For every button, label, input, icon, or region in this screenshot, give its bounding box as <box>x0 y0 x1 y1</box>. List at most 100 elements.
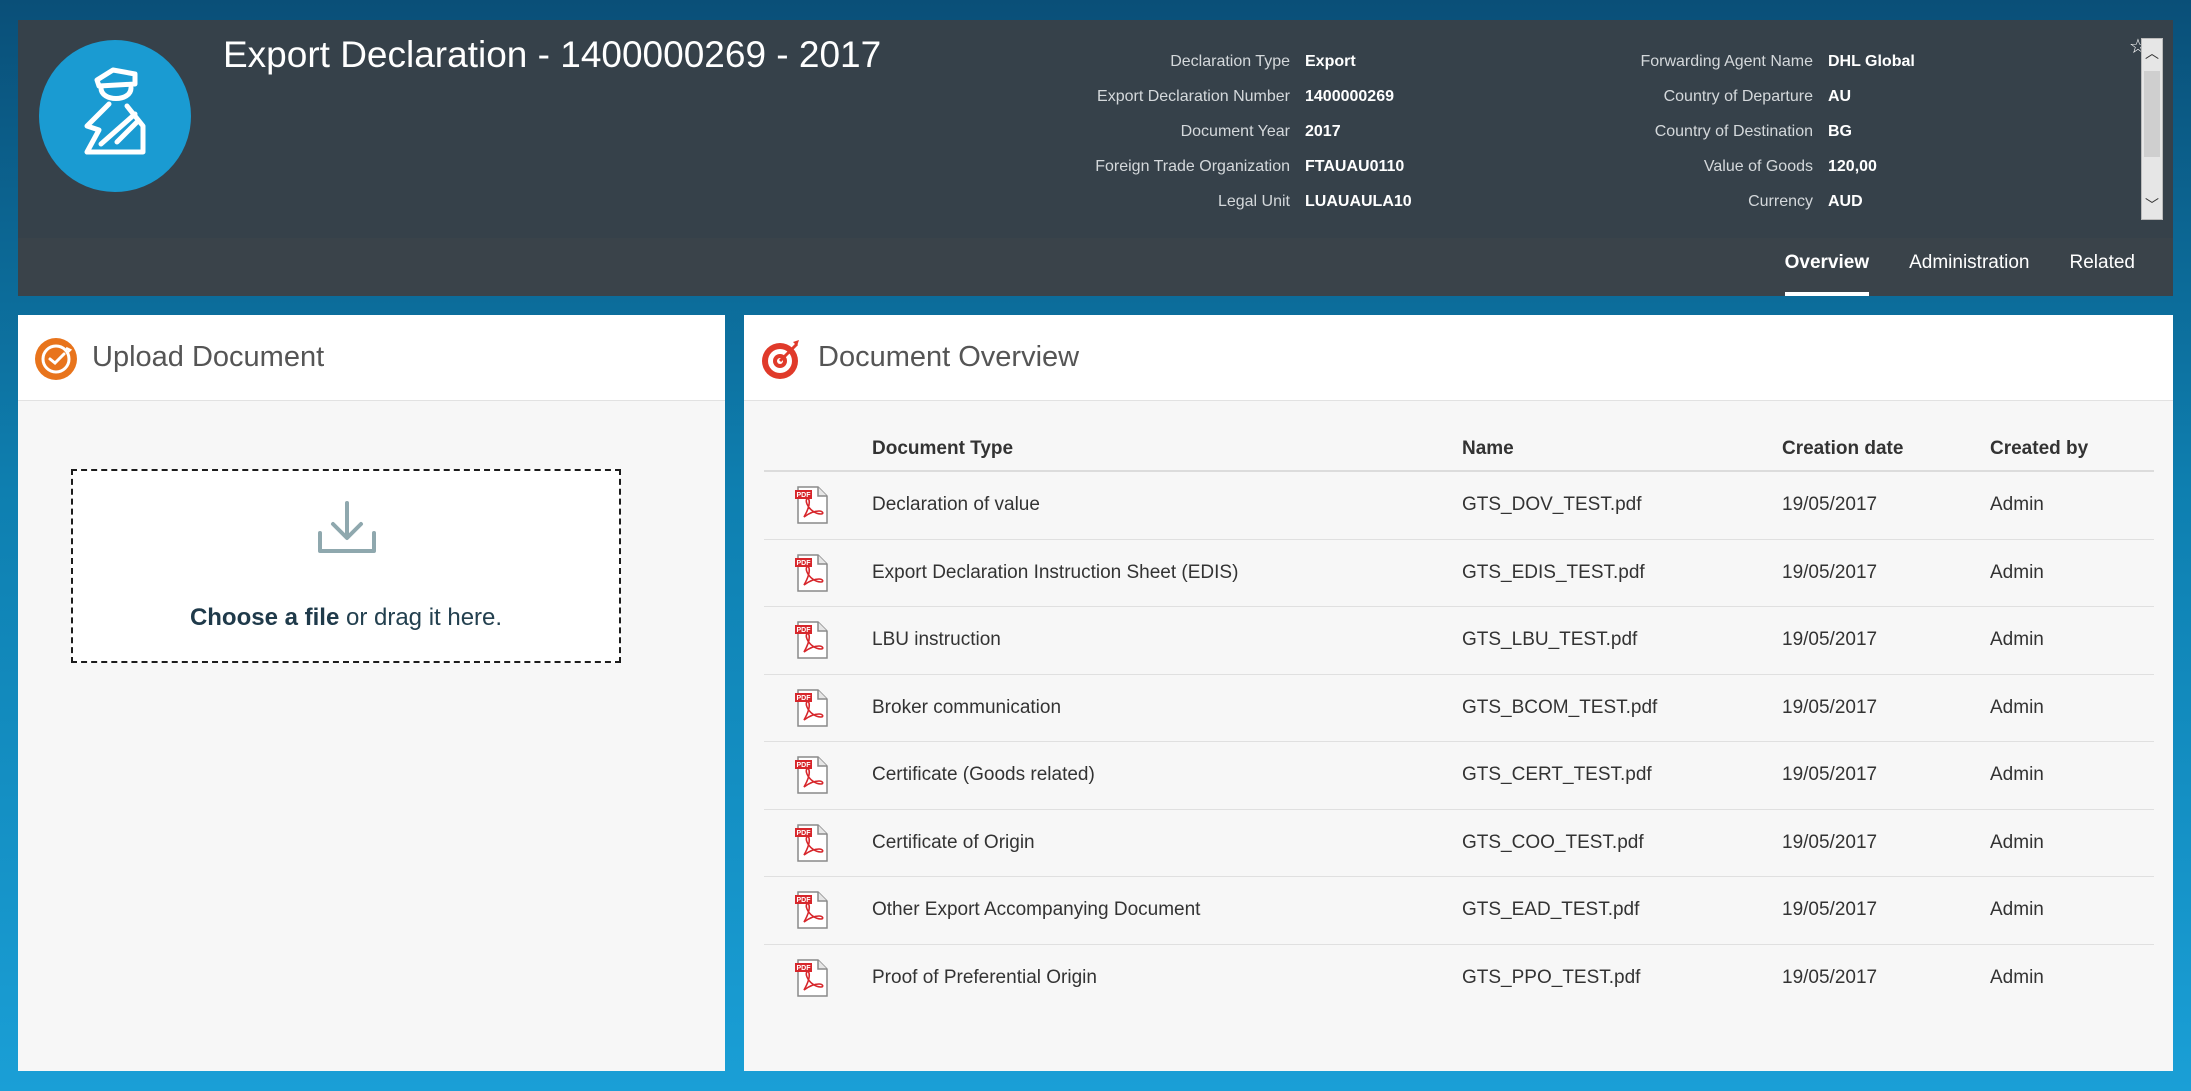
scroll-up-icon[interactable]: ︿ <box>2142 43 2162 63</box>
cell-name[interactable]: GTS_DOV_TEST.pdf <box>1462 494 1782 516</box>
scrollbar-thumb[interactable] <box>2144 71 2160 157</box>
table-row[interactable]: PDF Certificate of Origin GTS_COO_TEST.p… <box>764 810 2154 877</box>
attr-value: Export <box>1305 52 1356 70</box>
upload-document-panel: Upload Document Choose a file or drag it… <box>18 315 725 1071</box>
table-row[interactable]: PDF Proof of Preferential Origin GTS_PPO… <box>764 945 2154 1013</box>
cell-creation-date: 19/05/2017 <box>1782 561 1878 583</box>
cell-name[interactable]: GTS_LBU_TEST.pdf <box>1462 629 1782 651</box>
cell-created-by: Admin <box>1990 494 2044 516</box>
table-row[interactable]: PDF Certificate (Goods related) GTS_CERT… <box>764 742 2154 810</box>
cell-document-type: Proof of Preferential Origin <box>872 967 1097 989</box>
table-row[interactable]: PDF Export Declaration Instruction Sheet… <box>764 540 2154 607</box>
svg-text:PDF: PDF <box>797 627 812 634</box>
file-dropzone[interactable]: Choose a file or drag it here. <box>71 469 621 663</box>
svg-text:PDF: PDF <box>797 560 812 567</box>
pdf-icon-cell: PDF <box>764 621 872 659</box>
attr-value: AU <box>1828 87 1852 105</box>
table-body: PDF Declaration of value GTS_DOV_TEST.pd… <box>764 472 2154 1012</box>
pdf-icon[interactable]: PDF <box>794 891 830 929</box>
cell-document-type: Certificate (Goods related) <box>872 764 1095 786</box>
attr-label: Foreign Trade Organization <box>1095 157 1290 175</box>
header-attributes-left: Declaration Type Export Export Declaratio… <box>1018 44 1412 219</box>
scroll-down-icon[interactable]: ﹀ <box>2142 195 2162 215</box>
header-top: Export Declaration - 1400000269 - 2017 D… <box>18 20 2173 238</box>
table-row[interactable]: PDF LBU instruction GTS_LBU_TEST.pdf 19/… <box>764 607 2154 675</box>
attr-legal-unit: Legal Unit LUAUAULA10 <box>1018 184 1412 219</box>
table-row[interactable]: PDF Broker communication GTS_BCOM_TEST.p… <box>764 675 2154 742</box>
cell-name[interactable]: GTS_EDIS_TEST.pdf <box>1462 562 1782 584</box>
attr-country-of-destination: Country of Destination BG <box>1518 114 1915 149</box>
pdf-icon-cell: PDF <box>764 959 872 997</box>
cell-created-by: Admin <box>1990 831 2044 853</box>
cell-name[interactable]: GTS_PPO_TEST.pdf <box>1462 967 1782 989</box>
pdf-icon-cell: PDF <box>764 554 872 592</box>
download-arrow-icon <box>318 501 376 553</box>
drag-hint: or drag it here. <box>339 604 503 631</box>
attr-country-of-departure: Country of Departure AU <box>1518 79 1915 114</box>
pdf-icon[interactable]: PDF <box>794 756 830 794</box>
cell-document-type: Declaration of value <box>872 494 1040 516</box>
page-title: Export Declaration - 1400000269 - 2017 <box>223 34 882 75</box>
cell-created-by: Admin <box>1990 629 2044 651</box>
tab-related[interactable]: Related <box>2050 238 2156 296</box>
panel-title: Document Overview <box>818 341 1080 373</box>
attr-value-of-goods: Value of Goods 120,00 <box>1518 149 1915 184</box>
column-header-name[interactable]: Name <box>1462 438 1782 460</box>
header-scrollbar[interactable]: ︿ ﹀ <box>2141 38 2163 220</box>
column-header-created-by[interactable]: Created by <box>1990 438 2154 460</box>
svg-text:PDF: PDF <box>797 762 812 769</box>
pdf-icon[interactable]: PDF <box>794 959 830 997</box>
pdf-icon[interactable]: PDF <box>794 824 830 862</box>
cell-created-by: Admin <box>1990 764 2044 786</box>
cell-document-type: LBU instruction <box>872 629 1001 651</box>
cell-name[interactable]: GTS_EAD_TEST.pdf <box>1462 899 1782 921</box>
panel-header: Document Overview <box>744 315 2173 401</box>
customs-officer-icon <box>84 67 146 155</box>
cell-name[interactable]: GTS_CERT_TEST.pdf <box>1462 764 1782 786</box>
column-header-document-type[interactable]: Document Type <box>872 438 1462 460</box>
panel-title: Upload Document <box>92 341 325 373</box>
tab-administration[interactable]: Administration <box>1889 238 2049 296</box>
cell-created-by: Admin <box>1990 696 2044 718</box>
pdf-icon-cell: PDF <box>764 486 872 524</box>
attr-declaration-type: Declaration Type Export <box>1018 44 1412 79</box>
upload-clock-icon <box>35 338 77 380</box>
table-row[interactable]: PDF Declaration of value GTS_DOV_TEST.pd… <box>764 472 2154 540</box>
attr-label: Legal Unit <box>1217 192 1290 210</box>
pdf-icon[interactable]: PDF <box>794 554 830 592</box>
cell-created-by: Admin <box>1990 561 2044 583</box>
attr-value: AUD <box>1828 192 1863 210</box>
cell-creation-date: 19/05/2017 <box>1782 696 1878 718</box>
header-tabs: Overview Administration Related <box>1765 238 2155 296</box>
pdf-icon[interactable]: PDF <box>794 689 830 727</box>
attr-label: Declaration Type <box>1170 52 1290 70</box>
pdf-icon-cell: PDF <box>764 756 872 794</box>
cell-document-type: Broker communication <box>872 696 1062 718</box>
pdf-icon[interactable]: PDF <box>794 621 830 659</box>
cell-name[interactable]: GTS_BCOM_TEST.pdf <box>1462 697 1782 719</box>
column-header-creation-date[interactable]: Creation date <box>1782 438 1990 460</box>
attr-label: Export Declaration Number <box>1097 87 1290 105</box>
cell-document-type: Certificate of Origin <box>872 831 1035 853</box>
svg-text:PDF: PDF <box>797 897 812 904</box>
attr-document-year: Document Year 2017 <box>1018 114 1412 149</box>
choose-file-link[interactable]: Choose a file <box>190 604 339 631</box>
dropzone-text: Choose a file or drag it here. <box>73 604 619 632</box>
avatar <box>39 40 191 192</box>
pdf-icon-cell: PDF <box>764 891 872 929</box>
svg-text:PDF: PDF <box>797 492 812 499</box>
table-row[interactable]: PDF Other Export Accompanying Document G… <box>764 877 2154 945</box>
attr-value: FTAUAU0110 <box>1305 157 1405 175</box>
cell-creation-date: 19/05/2017 <box>1782 494 1878 516</box>
tab-overview[interactable]: Overview <box>1765 238 1890 296</box>
cell-created-by: Admin <box>1990 967 2044 989</box>
cell-creation-date: 19/05/2017 <box>1782 629 1878 651</box>
cell-creation-date: 19/05/2017 <box>1782 899 1878 921</box>
cell-document-type: Other Export Accompanying Document <box>872 899 1201 921</box>
pdf-icon[interactable]: PDF <box>794 486 830 524</box>
cell-name[interactable]: GTS_COO_TEST.pdf <box>1462 832 1782 854</box>
attr-forwarding-agent-name: Forwarding Agent Name DHL Global <box>1518 44 1914 79</box>
attr-value: 2017 <box>1305 122 1341 140</box>
attr-export-declaration-number: Export Declaration Number 1400000269 <box>1018 79 1412 114</box>
attr-value: 120,00 <box>1828 157 1877 175</box>
